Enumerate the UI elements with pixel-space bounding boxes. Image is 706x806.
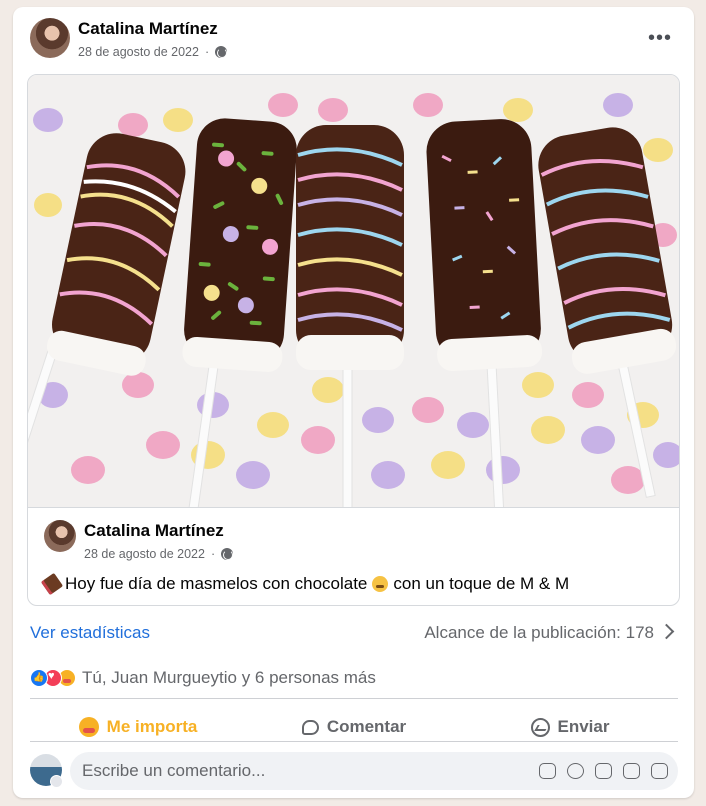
caption-text-1: Hoy fue día de masmelos con chocolate	[65, 574, 368, 593]
author-name[interactable]: Catalina Martínez	[78, 19, 218, 39]
shared-globe-icon[interactable]	[221, 548, 234, 560]
shared-author-name[interactable]: Catalina Martínez	[84, 521, 224, 541]
sticker-icon[interactable]	[651, 763, 668, 779]
divider	[30, 741, 678, 742]
meta-separator: ·	[204, 45, 210, 59]
reactions-summary[interactable]: Tú, Juan Murgueytio y 6 personas más	[30, 667, 376, 689]
care-label: Me importa	[106, 717, 198, 736]
like-reaction-icon	[30, 669, 48, 687]
composer-tools	[539, 763, 668, 779]
post-header: Catalina Martínez 28 de agosto de 2022 ·…	[30, 18, 678, 62]
caption-text-2: con un toque de M & M	[393, 574, 570, 593]
send-label: Enviar	[557, 717, 610, 736]
care-icon	[78, 717, 99, 737]
avatar-sticker-icon[interactable]	[539, 763, 556, 779]
post-photo[interactable]	[28, 75, 680, 507]
comment-composer	[30, 750, 678, 792]
post-card: Catalina Martínez 28 de agosto de 2022 ·…	[13, 7, 694, 798]
post-meta: 28 de agosto de 2022 ·	[78, 45, 228, 59]
view-insights-link[interactable]: Ver estadísticas	[30, 623, 150, 643]
globe-icon[interactable]	[215, 46, 228, 58]
post-caption: Hoy fue día de masmelos con chocolate co…	[40, 572, 570, 596]
comment-box[interactable]	[70, 752, 678, 790]
comment-input[interactable]	[82, 752, 522, 790]
drooling-face-emoji-icon	[372, 576, 389, 592]
shared-post-meta: 28 de agosto de 2022 ·	[84, 547, 234, 561]
divider	[30, 698, 678, 699]
chocolate-emoji-icon	[40, 572, 64, 596]
shared-author-avatar[interactable]	[44, 520, 76, 552]
post-stats: Ver estadísticas Alcance de la publicaci…	[30, 621, 676, 643]
camera-icon[interactable]	[595, 763, 612, 779]
shared-post[interactable]: Catalina Martínez 28 de agosto de 2022 ·…	[27, 74, 680, 606]
comment-icon	[301, 719, 319, 735]
shared-post-date[interactable]: 28 de agosto de 2022	[84, 547, 205, 561]
emoji-icon[interactable]	[567, 763, 584, 779]
shared-meta-separator: ·	[210, 547, 216, 561]
chevron-right-icon[interactable]	[658, 623, 675, 640]
messenger-icon	[530, 717, 550, 737]
chevron-down-icon[interactable]	[50, 775, 63, 788]
reactions-names[interactable]: Tú, Juan Murgueytio y 6 personas más	[82, 668, 376, 688]
gif-icon[interactable]	[623, 763, 640, 779]
comment-label: Comentar	[326, 717, 407, 736]
more-options-icon[interactable]: •••	[648, 28, 672, 48]
author-avatar[interactable]	[30, 18, 70, 58]
shared-post-body: Catalina Martínez 28 de agosto de 2022 ·…	[28, 507, 679, 605]
post-date[interactable]: 28 de agosto de 2022	[78, 45, 199, 59]
post-reach[interactable]: Alcance de la publicación: 178	[424, 623, 654, 643]
